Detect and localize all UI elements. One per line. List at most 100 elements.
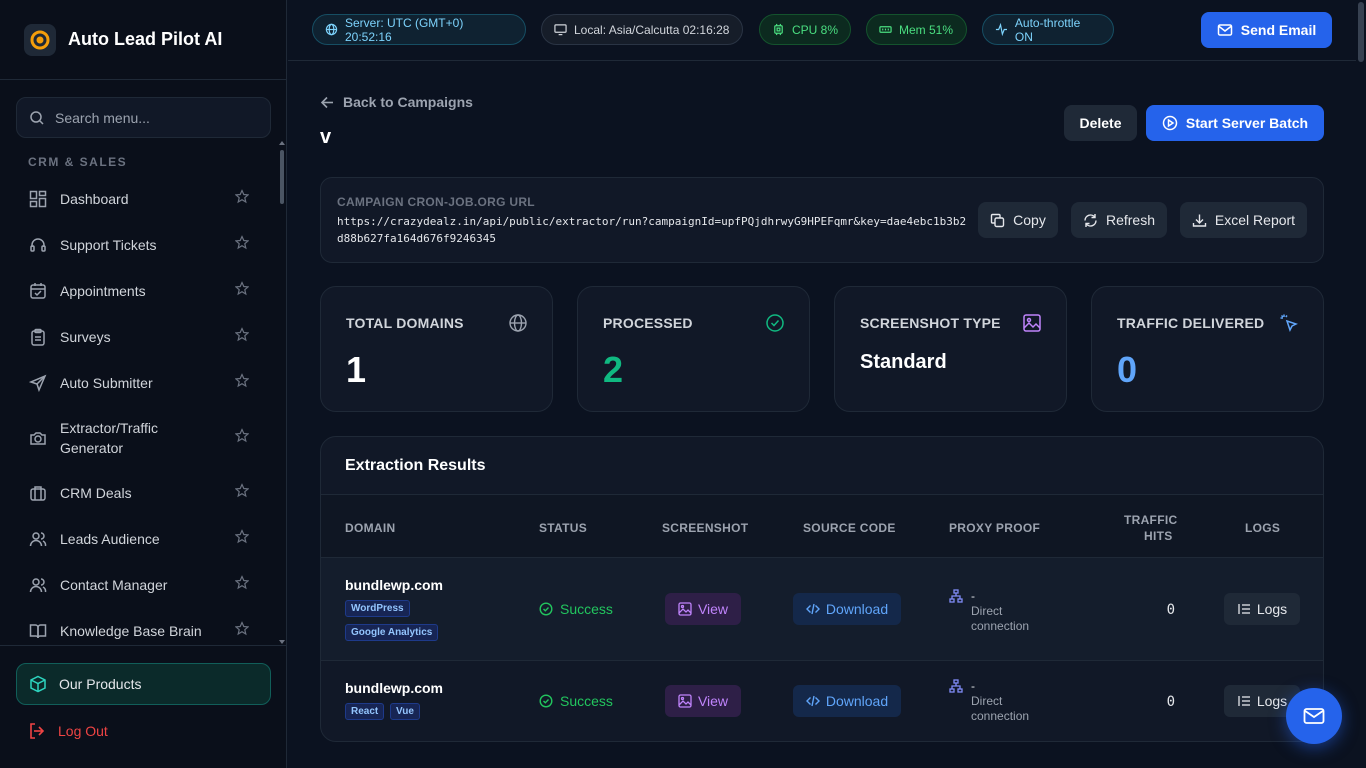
proxy-dash: - [971, 589, 975, 603]
auto-throttle-pill: Auto-throttle ON [982, 14, 1114, 45]
proxy-line-1: Direct [971, 604, 1003, 618]
back-label: Back to Campaigns [343, 94, 473, 110]
dashboard-icon [28, 189, 48, 209]
download-source-button[interactable]: Download [793, 685, 901, 717]
download-label: Download [825, 601, 889, 617]
back-to-campaigns-link[interactable]: Back to Campaigns [320, 94, 473, 110]
view-screenshot-button[interactable]: View [665, 685, 741, 717]
star-icon[interactable] [234, 428, 250, 448]
sidebar-item-extractor[interactable]: Extractor/Traffic Generator [16, 406, 271, 470]
stat-total-domains: TOTAL DOMAINS 1 [320, 286, 553, 412]
star-icon[interactable] [234, 189, 250, 209]
arrow-left-icon [320, 96, 333, 108]
globe-icon [325, 23, 338, 36]
page-scrollbar[interactable] [1356, 0, 1366, 768]
tech-tag: WordPress [345, 600, 410, 617]
check-circle-icon [765, 313, 785, 338]
excel-report-label: Excel Report [1214, 212, 1296, 228]
users-icon [28, 575, 48, 595]
table-row: bundlewp.com React Vue Success View Down… [321, 661, 1323, 741]
view-screenshot-button[interactable]: View [665, 593, 741, 625]
code-icon [805, 695, 820, 707]
copy-button[interactable]: Copy [978, 202, 1058, 238]
check-circle-icon [539, 694, 553, 708]
auto-throttle-status: Auto-throttle ON [1014, 15, 1081, 44]
logout-icon [30, 723, 45, 739]
domain-name: bundlewp.com [345, 680, 443, 696]
star-icon[interactable] [234, 281, 250, 301]
star-icon[interactable] [234, 621, 250, 641]
mail-icon [1217, 24, 1233, 36]
sidebar-item-surveys[interactable]: Surveys [16, 314, 271, 360]
list-icon [1238, 696, 1250, 706]
column-header-source-code: SOURCE CODE [803, 521, 896, 535]
column-header-status: STATUS [539, 521, 588, 535]
refresh-icon [1084, 213, 1097, 227]
proxy-line-2: connection [971, 619, 1030, 633]
download-source-button[interactable]: Download [793, 593, 901, 625]
tech-tag: Vue [390, 703, 420, 720]
cron-url-value: https://crazydealz.in/api/public/extract… [337, 215, 967, 245]
image-icon [678, 602, 692, 616]
network-icon [949, 589, 963, 603]
star-icon[interactable] [234, 529, 250, 549]
search-input[interactable] [55, 109, 255, 126]
status-text: Success [560, 693, 613, 709]
star-icon[interactable] [234, 373, 250, 393]
sidebar-item-label: Dashboard [60, 191, 129, 207]
search-menu[interactable] [16, 97, 271, 138]
proxy-line-2: connection [971, 709, 1030, 723]
sidebar-item-label: Knowledge Base Brain [60, 623, 202, 639]
scroll-up-icon[interactable] [279, 140, 285, 146]
sidebar-scroll-thumb[interactable] [280, 150, 284, 204]
sidebar-item-auto-submitter[interactable]: Auto Submitter [16, 360, 271, 406]
headset-icon [28, 235, 48, 255]
sidebar-item-dashboard[interactable]: Dashboard [16, 176, 271, 222]
sidebar-item-support-tickets[interactable]: Support Tickets [16, 222, 271, 268]
star-icon[interactable] [234, 575, 250, 595]
users-icon [28, 529, 48, 549]
proxy-proof: - Direct connection [949, 679, 1029, 724]
sidebar-item-label: Surveys [60, 329, 111, 345]
logout-button[interactable]: Log Out [28, 722, 108, 740]
domain-name: bundlewp.com [345, 577, 443, 593]
sidebar-scrollbar[interactable] [279, 140, 285, 645]
stat-value: Standard [860, 351, 947, 373]
sidebar-item-appointments[interactable]: Appointments [16, 268, 271, 314]
cron-url-label: CAMPAIGN CRON-JOB.ORG URL [337, 195, 535, 209]
star-icon[interactable] [234, 483, 250, 503]
send-email-button[interactable]: Send Email [1201, 12, 1332, 48]
status-badge: Success [539, 601, 613, 617]
refresh-label: Refresh [1105, 212, 1156, 228]
sidebar-item-label: Appointments [60, 283, 146, 299]
start-server-batch-button[interactable]: Start Server Batch [1146, 105, 1324, 141]
traffic-hits: 0 [1166, 602, 1175, 618]
tech-tag: Google Analytics [345, 624, 439, 641]
status-text: Success [560, 601, 613, 617]
star-icon[interactable] [234, 235, 250, 255]
proxy-dash: - [971, 679, 975, 693]
memory-usage: Mem 51% [899, 22, 954, 37]
cpu-icon [774, 23, 783, 36]
sidebar-item-leads-audience[interactable]: Leads Audience [16, 516, 271, 562]
logs-button[interactable]: Logs [1224, 593, 1300, 625]
page-scroll-thumb[interactable] [1358, 2, 1364, 62]
refresh-button[interactable]: Refresh [1071, 202, 1167, 238]
our-products-button[interactable]: Our Products [16, 663, 271, 705]
server-time: Server: UTC (GMT+0) 20:52:16 [344, 15, 464, 44]
column-header-domain: DOMAIN [345, 521, 396, 535]
tech-tag: React [345, 703, 385, 720]
sidebar-item-crm-deals[interactable]: CRM Deals [16, 470, 271, 516]
sidebar-item-contact-manager[interactable]: Contact Manager [16, 562, 271, 608]
brand: Auto Lead Pilot AI [0, 0, 286, 80]
start-server-batch-label: Start Server Batch [1185, 115, 1309, 131]
mail-icon [1303, 708, 1325, 724]
delete-button[interactable]: Delete [1064, 105, 1137, 141]
stat-value: 0 [1117, 349, 1138, 390]
view-label: View [697, 693, 729, 709]
star-icon[interactable] [234, 327, 250, 347]
excel-report-button[interactable]: Excel Report [1180, 202, 1307, 238]
proxy-line-1: Direct [971, 694, 1003, 708]
local-time: Local: Asia/Calcutta 02:16:28 [574, 22, 730, 37]
chat-mail-fab[interactable] [1286, 688, 1342, 744]
